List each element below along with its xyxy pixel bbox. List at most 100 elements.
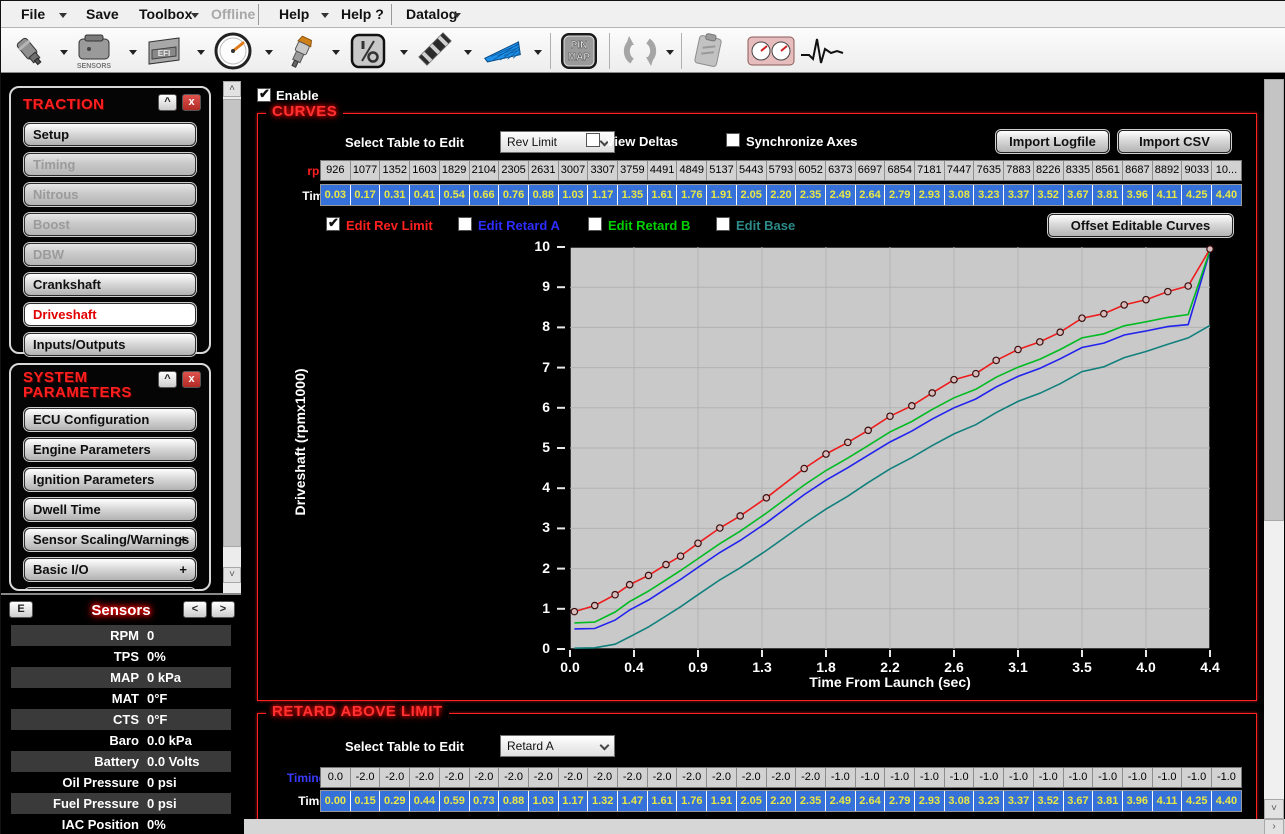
retard-table-select[interactable]: Retard A xyxy=(500,735,615,757)
table-cell[interactable]: -1.0 xyxy=(1152,768,1182,787)
enable-checkbox[interactable]: ✔ xyxy=(257,88,271,102)
table-cell[interactable]: 3007 xyxy=(558,161,588,180)
table-cell[interactable]: -1.0 xyxy=(973,768,1003,787)
sidebar-scroll-down-arrow[interactable]: ˅ xyxy=(223,567,241,583)
io-dropdown-arrow[interactable] xyxy=(400,50,408,55)
table-cell[interactable]: 0.03 xyxy=(321,185,350,205)
horizontal-scrollbar[interactable] xyxy=(244,819,1285,834)
table-cell[interactable]: 7635 xyxy=(973,161,1003,180)
table-cell[interactable]: 3.37 xyxy=(1003,791,1033,811)
gauge-dropdown-arrow[interactable] xyxy=(265,50,273,55)
table-cell[interactable]: 0.15 xyxy=(350,791,380,811)
driveshaft-chart[interactable] xyxy=(570,247,1210,649)
pulse-icon[interactable] xyxy=(799,31,845,71)
table-cell[interactable]: 2.05 xyxy=(736,185,766,205)
table-cell[interactable]: 0.88 xyxy=(528,185,558,205)
ecu-efi-icon[interactable]: EFI xyxy=(143,31,185,71)
view-deltas-checkbox[interactable] xyxy=(586,133,600,147)
sidebar-item-closed-loop-learn[interactable]: Closed Loop/Learn+ xyxy=(24,588,196,589)
traction-collapse-button[interactable]: ^ xyxy=(158,94,177,111)
injector-dropdown-arrow[interactable] xyxy=(60,50,68,55)
table-cell[interactable]: 1.47 xyxy=(617,791,647,811)
belt-stripes-icon[interactable] xyxy=(417,31,459,71)
table-cell[interactable]: 1.03 xyxy=(528,791,558,811)
table-cell[interactable]: 1.91 xyxy=(706,791,736,811)
table-cell[interactable]: 0.59 xyxy=(439,791,469,811)
edit-curve-checkbox-edit-retard-b[interactable] xyxy=(588,217,602,231)
table-cell[interactable]: -1.0 xyxy=(855,768,885,787)
table-cell[interactable]: 0.29 xyxy=(379,791,409,811)
table-cell[interactable]: -1.0 xyxy=(825,768,855,787)
sidebar-scroll-up-arrow[interactable]: ˄ xyxy=(223,81,241,97)
table-cell[interactable]: 2.93 xyxy=(914,791,944,811)
table-cell[interactable]: -1.0 xyxy=(1211,768,1241,787)
table-cell[interactable]: 6697 xyxy=(855,161,885,180)
main-vertical-scrollbar-thumb[interactable] xyxy=(1264,79,1284,521)
table-cell[interactable]: 2.35 xyxy=(795,185,825,205)
io-icon[interactable] xyxy=(347,31,389,71)
table-cell[interactable]: -2.0 xyxy=(795,768,825,787)
menu-toolbox[interactable]: Toolbox xyxy=(139,1,192,28)
belt-dropdown-arrow[interactable] xyxy=(464,50,472,55)
sidebar-item-inputs-outputs[interactable]: Inputs/Outputs xyxy=(24,333,196,356)
table-cell[interactable]: 3.23 xyxy=(973,791,1003,811)
pin-map-icon[interactable]: PINMAP xyxy=(558,31,600,71)
table-cell[interactable]: 1603 xyxy=(409,161,439,180)
table-cell[interactable]: 0.0 xyxy=(321,768,350,787)
table-cell[interactable]: 3.08 xyxy=(944,791,974,811)
table-cell[interactable]: 10... xyxy=(1211,161,1241,180)
sidebar-item-sensor-scaling-warnings[interactable]: Sensor Scaling/Warnings+ xyxy=(24,528,196,551)
table-cell[interactable]: 7883 xyxy=(1003,161,1033,180)
table-cell[interactable]: -1.0 xyxy=(914,768,944,787)
table-cell[interactable]: 926 xyxy=(321,161,350,180)
table-cell[interactable]: -2.0 xyxy=(379,768,409,787)
table-cell[interactable]: -2.0 xyxy=(439,768,469,787)
table-cell[interactable]: 3.52 xyxy=(1033,791,1063,811)
table-cell[interactable]: 2305 xyxy=(498,161,528,180)
horizontal-scroll-right-arrow[interactable]: › xyxy=(1264,819,1284,834)
sensors-prev-button[interactable]: < xyxy=(183,601,207,618)
table-cell[interactable]: 2.35 xyxy=(795,791,825,811)
menu-offline[interactable]: Offline xyxy=(211,1,255,28)
table-cell[interactable]: 7447 xyxy=(944,161,974,180)
table-cell[interactable]: -1.0 xyxy=(884,768,914,787)
table-cell[interactable]: 1.17 xyxy=(587,185,617,205)
table-cell[interactable]: -1.0 xyxy=(1122,768,1152,787)
injector-icon[interactable] xyxy=(8,31,50,71)
sidebar-item-crankshaft[interactable]: Crankshaft xyxy=(24,273,196,296)
table-cell[interactable]: -2.0 xyxy=(587,768,617,787)
table-cell[interactable]: 2104 xyxy=(469,161,499,180)
table-cell[interactable]: 4.11 xyxy=(1152,791,1182,811)
edit-curve-checkbox-edit-base[interactable] xyxy=(716,217,730,231)
table-cell[interactable]: 4.11 xyxy=(1152,185,1182,205)
system-close-button[interactable]: x xyxy=(182,371,201,388)
gauge-icon[interactable] xyxy=(212,31,254,71)
table-cell[interactable]: 3.37 xyxy=(1003,185,1033,205)
table-cell[interactable]: 4.40 xyxy=(1211,791,1241,811)
offset-editable-curves-button[interactable]: Offset Editable Curves xyxy=(1048,214,1233,237)
menu-help[interactable]: Help xyxy=(279,1,309,28)
table-cell[interactable]: 0.88 xyxy=(498,791,528,811)
table-cell[interactable]: 1.61 xyxy=(647,791,677,811)
sidebar-item-basic-i-o[interactable]: Basic I/O+ xyxy=(24,558,196,581)
edit-curve-checkbox-edit-retard-a[interactable] xyxy=(458,217,472,231)
table-cell[interactable]: 3307 xyxy=(587,161,617,180)
table-cell[interactable]: 1.76 xyxy=(676,185,706,205)
table-cell[interactable]: 1077 xyxy=(350,161,380,180)
import-csv-button[interactable]: Import CSV xyxy=(1118,130,1231,153)
sidebar-item-setup[interactable]: Setup xyxy=(24,123,196,146)
table-cell[interactable]: 2.93 xyxy=(914,185,944,205)
table-cell[interactable]: -2.0 xyxy=(617,768,647,787)
table-cell[interactable]: 6052 xyxy=(795,161,825,180)
table-cell[interactable]: -1.0 xyxy=(1181,768,1211,787)
table-cell[interactable]: -1.0 xyxy=(1003,768,1033,787)
table-cell[interactable]: 3.81 xyxy=(1092,791,1122,811)
table-cell[interactable]: -2.0 xyxy=(736,768,766,787)
table-cell[interactable]: 1352 xyxy=(379,161,409,180)
table-cell[interactable]: 0.73 xyxy=(469,791,499,811)
table-cell[interactable]: -1.0 xyxy=(944,768,974,787)
table-cell[interactable]: 0.17 xyxy=(350,185,380,205)
table-cell[interactable]: 1.61 xyxy=(647,185,677,205)
gauges-icon[interactable] xyxy=(746,31,796,71)
synchronize-axes-checkbox[interactable] xyxy=(726,133,740,147)
